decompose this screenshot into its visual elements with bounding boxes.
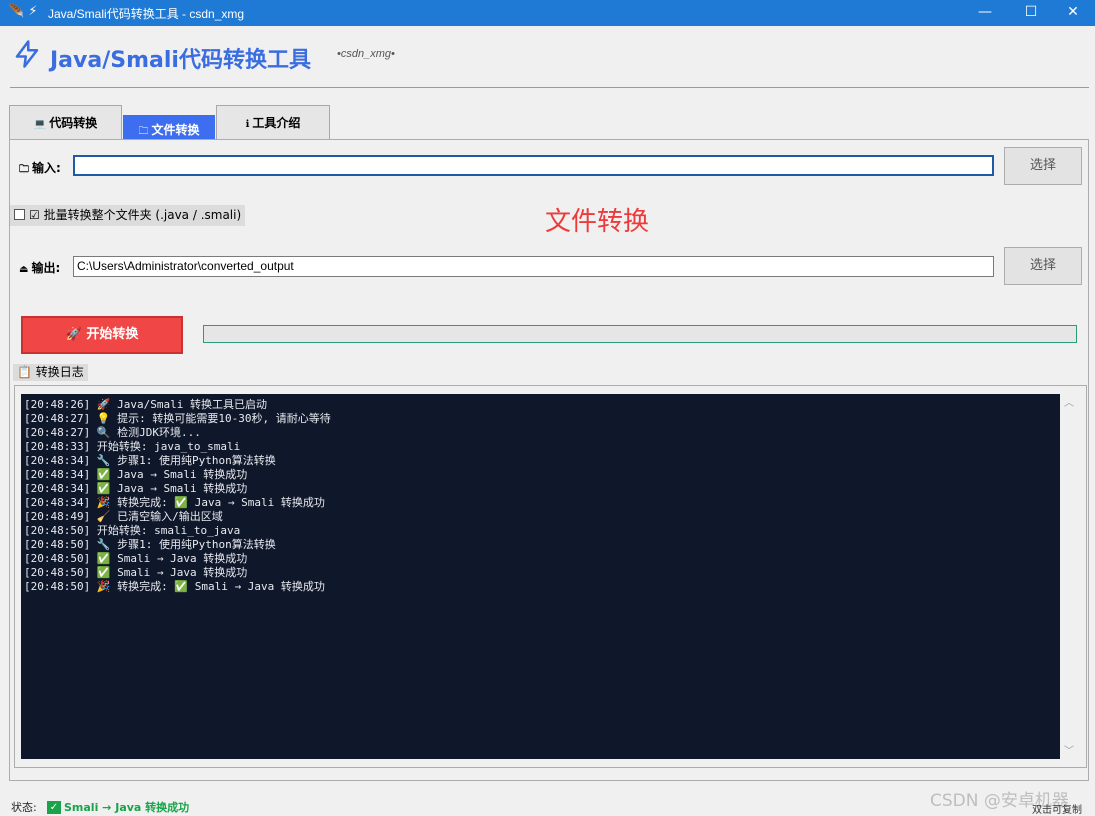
clipboard-icon: 📋 [17, 365, 32, 379]
log-line: [20:48:33] 开始转换: java_to_smali [24, 440, 241, 453]
status-value: ✓ Smali → Java 转换成功 [47, 799, 189, 815]
log-line: [20:48:50] 🔧 步骤1: 使用纯Python算法转换 [24, 538, 276, 551]
log-line: [20:48:50] 🎉 转换完成: ✅ Smali → Java 转换成功 [24, 580, 325, 593]
log-line: [20:48:50] 开始转换: smali_to_java [24, 524, 241, 537]
start-convert-button[interactable]: 🚀 开始转换 [21, 316, 183, 354]
log-line: [20:48:49] 🧹 已清空输入/输出区域 [24, 510, 223, 523]
app-header: Java/Smali代码转换工具 •csdn_xmg• [10, 26, 1089, 88]
tab-label: 代码转换 [49, 116, 98, 130]
app-subtitle: •csdn_xmg• [337, 48, 395, 60]
copy-hint: 双击可复制 [1032, 805, 1082, 816]
status-label: 状态: [11, 801, 37, 814]
tab-tool-intro[interactable]: ℹ 工具介绍 [216, 105, 330, 139]
scroll-up-arrow[interactable]: ︿ [1062, 397, 1076, 411]
app-window-icon: 🪶 ⚡ [8, 4, 38, 19]
log-line: [20:48:26] 🚀 Java/Smali 转换工具已启动 [24, 398, 268, 411]
folder-icon: 🗀 [19, 164, 29, 175]
title-bar: 🪶 ⚡ Java/Smali代码转换工具 - csdn_xmg — ☐ ✕ [0, 0, 1095, 26]
output-label: ⏏ 输出: [19, 261, 61, 275]
log-line: [20:48:50] ✅ Smali → Java 转换成功 [24, 552, 248, 565]
checkbox-box[interactable] [14, 209, 25, 220]
log-output[interactable]: [20:48:26] 🚀 Java/Smali 转换工具已启动 [20:48:27… [21, 394, 1060, 759]
info-icon: ℹ [245, 119, 250, 130]
batch-convert-checkbox[interactable]: ☑ 批量转换整个文件夹 (.java / .smali) [10, 205, 246, 226]
log-line: [20:48:50] ✅ Smali → Java 转换成功 [24, 566, 248, 579]
window-title: Java/Smali代码转换工具 - csdn_xmg [48, 7, 245, 21]
scroll-down-arrow[interactable]: ﹀ [1062, 745, 1076, 759]
output-select-button[interactable]: 选择 [1004, 247, 1082, 285]
log-line: [20:48:34] 🎉 转换完成: ✅ Java → Smali 转换成功 [24, 496, 325, 509]
progress-bar [203, 325, 1077, 343]
input-path-field[interactable] [73, 155, 994, 176]
section-title: 文件转换 [545, 207, 650, 237]
maximize-button[interactable]: ☐ [1008, 0, 1054, 26]
log-line: [20:48:34] ✅ Java → Smali 转换成功 [24, 482, 248, 495]
check-icon: ✓ [47, 800, 61, 814]
laptop-icon: 💻 [33, 119, 47, 130]
tab-label: 工具介绍 [252, 116, 301, 130]
log-line: [20:48:34] 🔧 步骤1: 使用纯Python算法转换 [24, 454, 276, 467]
tab-code-convert[interactable]: 💻 代码转换 [9, 105, 122, 139]
minimize-button[interactable]: — [962, 0, 1008, 26]
log-line: [20:48:34] ✅ Java → Smali 转换成功 [24, 468, 248, 481]
log-label: 📋 转换日志 [13, 364, 88, 381]
tab-label: 文件转换 [151, 123, 200, 137]
input-label: 🗀 输入: [19, 161, 61, 175]
log-line: [20:48:27] 🔍 检测JDK环境... [24, 426, 201, 439]
input-select-button[interactable]: 选择 [1004, 147, 1082, 185]
lightning-icon [15, 40, 39, 68]
app-title: Java/Smali代码转换工具 [50, 48, 311, 73]
folder-icon: 🗀 [138, 126, 149, 137]
output-path-field[interactable]: C:\Users\Administrator\converted_output [73, 256, 994, 277]
close-button[interactable]: ✕ [1050, 0, 1095, 26]
batch-label: ☑ 批量转换整个文件夹 (.java / .smali) [29, 208, 242, 222]
upload-icon: ⏏ [19, 264, 29, 275]
log-line: [20:48:27] 💡 提示: 转换可能需要10-30秒, 请耐心等待 [24, 412, 331, 425]
